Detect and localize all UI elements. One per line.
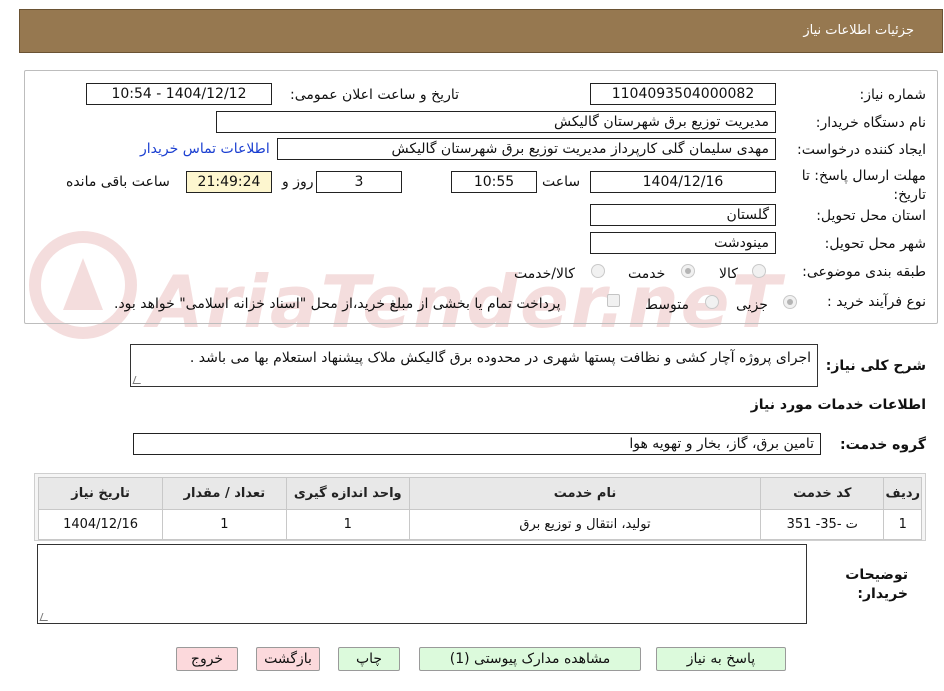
table-header-row: ردیف کد خدمت نام خدمت واحد اندازه گیری ت… <box>37 477 922 510</box>
process-option-medium: متوسط <box>645 297 689 313</box>
exit-button[interactable]: خروج <box>176 647 238 671</box>
buyer-contact-link[interactable]: اطلاعات تماس خریدار <box>140 141 270 157</box>
deadline-time-field: 10:55 <box>451 171 537 193</box>
buyer-notes-textarea[interactable] <box>37 544 807 624</box>
services-section-title: اطلاعات خدمات مورد نیاز <box>750 397 926 413</box>
city-field: مینودشت <box>590 232 776 254</box>
requester-label: ایجاد کننده درخواست: <box>797 142 926 158</box>
page-title: جزئیات اطلاعات نیاز <box>803 23 914 38</box>
back-button[interactable]: بازگشت <box>256 647 320 671</box>
col-header-quantity: تعداد / مقدار <box>162 477 287 510</box>
process-radio-minor[interactable] <box>783 295 797 309</box>
service-group-field: تامین برق، گاز، بخار و تهویه هوا <box>133 433 821 455</box>
description-label: شرح کلی نیاز: <box>825 358 926 374</box>
reply-button[interactable]: پاسخ به نیاز <box>656 647 786 671</box>
requester-field: مهدی سلیمان گلی کارپرداز مدیریت توزیع بر… <box>277 138 776 160</box>
category-label: طبقه بندی موضوعی: <box>802 264 926 280</box>
resize-grip-icon[interactable] <box>39 613 51 621</box>
need-number-label: شماره نیاز: <box>859 87 927 103</box>
cell-service-code: ت -35- 351 <box>760 509 885 540</box>
deadline-days-field: 3 <box>316 171 402 193</box>
cell-row-number: 1 <box>883 509 922 540</box>
cell-quantity: 1 <box>162 509 287 540</box>
print-button[interactable]: چاپ <box>338 647 400 671</box>
process-label: نوع فرآیند خرید : <box>827 294 926 310</box>
category-radio-service[interactable] <box>681 264 695 278</box>
treasury-payment-note: پرداخت تمام یا بخشی از مبلغ خرید،از محل … <box>114 296 561 312</box>
resize-grip-icon[interactable] <box>132 376 144 384</box>
process-radio-medium[interactable] <box>705 295 719 309</box>
remaining-time-field: 21:49:24 <box>186 171 272 193</box>
description-text: اجرای پروژه آچار کشی و نظافت پستها شهری … <box>189 350 811 366</box>
buyer-org-label: نام دستگاه خریدار: <box>815 115 926 131</box>
announce-datetime-field: 1404/12/12 - 10:54 <box>86 83 272 105</box>
table-row: 1 ت -35- 351 تولید، انتقال و توزیع برق 1… <box>37 509 922 540</box>
process-option-minor: جزیی <box>736 297 768 313</box>
cell-unit: 1 <box>285 509 410 540</box>
province-label: استان محل تحویل: <box>816 208 926 224</box>
col-header-unit: واحد اندازه گیری <box>285 477 410 510</box>
treasury-payment-checkbox[interactable] <box>607 294 620 307</box>
col-header-need-date: تاریخ نیاز <box>37 477 164 510</box>
buyer-org-field: مدیریت توزیع برق شهرستان گالیکش <box>216 111 776 133</box>
buyer-notes-label: توضیحات خریدار: <box>845 567 908 602</box>
col-header-service-name: نام خدمت <box>408 477 762 510</box>
cell-need-date: 1404/12/16 <box>37 509 164 540</box>
remaining-time-label: ساعت باقی مانده <box>66 174 170 190</box>
col-header-row-number: ردیف <box>883 477 922 510</box>
city-label: شهر محل تحویل: <box>824 236 926 252</box>
category-radio-goods[interactable] <box>752 264 766 278</box>
view-attachments-button[interactable]: مشاهده مدارک پیوستی (1) <box>419 647 641 671</box>
deadline-days-label: روز و <box>282 174 314 190</box>
cell-service-name: تولید، انتقال و توزیع برق <box>408 509 762 540</box>
page-header: جزئیات اطلاعات نیاز <box>19 9 943 53</box>
category-radio-goods-service[interactable] <box>591 264 605 278</box>
category-option-goods-service: کالا/خدمت <box>514 266 575 282</box>
category-option-service: خدمت <box>628 266 666 282</box>
service-group-label: گروه خدمت: <box>840 437 926 453</box>
deadline-time-label: ساعت <box>542 174 581 190</box>
col-header-service-code: کد خدمت <box>760 477 885 510</box>
deadline-date-field: 1404/12/16 <box>590 171 776 193</box>
announce-datetime-label: تاریخ و ساعت اعلان عمومی: <box>290 87 459 103</box>
need-number-field: 1104093504000082 <box>590 83 776 105</box>
category-option-goods: کالا <box>719 266 738 282</box>
deadline-label: مهلت ارسال پاسخ: تا تاریخ: <box>801 168 926 203</box>
description-textarea[interactable]: اجرای پروژه آچار کشی و نظافت پستها شهری … <box>130 344 818 387</box>
province-field: گلستان <box>590 204 776 226</box>
services-table: ردیف کد خدمت نام خدمت واحد اندازه گیری ت… <box>37 477 922 540</box>
